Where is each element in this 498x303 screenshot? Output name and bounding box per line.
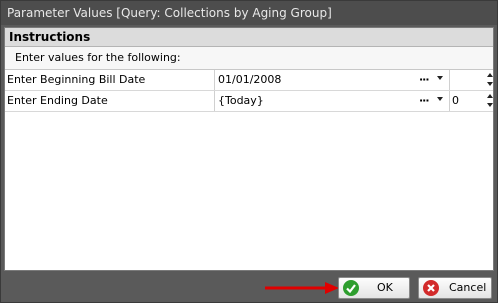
parameter-label: Enter Beginning Bill Date [7,73,146,86]
column-divider [449,70,450,90]
instructions-header: Instructions [5,28,493,47]
parameter-value-field[interactable]: 01/01/2008 [218,70,281,90]
check-circle-icon [343,280,359,296]
ok-button[interactable]: OK [338,277,410,299]
spin-up-icon[interactable] [487,94,493,98]
x-circle-icon [423,280,439,296]
parameter-value-field[interactable]: {Today} [218,91,264,111]
column-divider [449,91,450,111]
chevron-down-icon[interactable] [437,76,443,80]
dialog-window: Parameter Values [Query: Collections by … [0,0,498,303]
column-divider [214,91,215,111]
ellipsis-icon[interactable]: ··· [419,70,430,89]
parameter-row-ending-date: Enter Ending Date {Today} ··· 0 [5,91,493,112]
offset-spinner[interactable] [486,72,494,88]
cancel-button-label: Cancel [449,281,487,294]
parameter-row-beginning-bill-date: Enter Beginning Bill Date 01/01/2008 ··· [5,70,493,91]
ellipsis-icon[interactable]: ··· [419,91,430,110]
parameter-panel: Instructions Enter values for the follow… [4,27,494,271]
instructions-text: Enter values for the following: [5,47,493,70]
parameter-label: Enter Ending Date [7,94,108,107]
cancel-button[interactable]: Cancel [418,277,492,299]
dialog-title: Parameter Values [Query: Collections by … [1,1,497,25]
spin-up-icon[interactable] [487,73,493,77]
column-divider [214,70,215,90]
spin-down-icon[interactable] [487,82,493,86]
ok-button-label: OK [377,281,393,294]
spin-down-icon[interactable] [487,103,493,107]
red-arrow-icon [265,282,339,294]
offset-spinner[interactable] [486,93,494,109]
chevron-down-icon[interactable] [437,97,443,101]
offset-value-field[interactable]: 0 [452,91,459,111]
